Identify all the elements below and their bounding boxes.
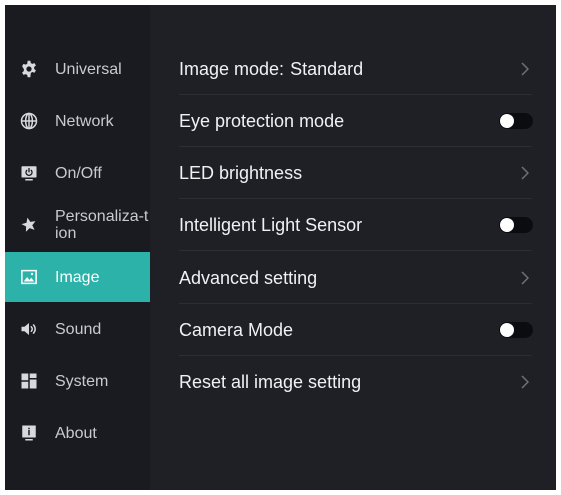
divider bbox=[179, 250, 532, 251]
sidebar-item-personalization[interactable]: Personaliza-tion bbox=[5, 200, 150, 250]
eye-protection-row[interactable]: Eye protection mode bbox=[179, 95, 533, 147]
sidebar-item-about[interactable]: About bbox=[5, 408, 150, 458]
speaker-icon bbox=[20, 320, 38, 338]
led-brightness-row[interactable]: LED brightness bbox=[179, 147, 532, 199]
chevron-right-icon bbox=[518, 62, 532, 76]
reset-image-setting-row[interactable]: Reset all image setting bbox=[179, 356, 532, 408]
camera-mode-row[interactable]: Camera Mode bbox=[179, 304, 533, 356]
advanced-setting-label: Advanced setting bbox=[179, 267, 318, 288]
reset-image-setting-label: Reset all image setting bbox=[179, 371, 362, 392]
image-mode-row[interactable]: Image mode: Standard bbox=[179, 43, 532, 95]
sidebar-item-label: System bbox=[55, 372, 109, 390]
info-icon bbox=[20, 424, 38, 442]
image-mode-value: Standard bbox=[290, 58, 364, 79]
chevron-right-icon bbox=[518, 166, 532, 180]
sidebar-item-on-off[interactable]: On/Off bbox=[5, 148, 150, 198]
image-icon bbox=[20, 268, 38, 286]
sidebar-item-label: Image bbox=[55, 268, 100, 286]
power-monitor-icon bbox=[20, 164, 38, 182]
sidebar-item-label: Universal bbox=[55, 60, 122, 78]
camera-mode-label: Camera Mode bbox=[179, 319, 294, 340]
sidebar-item-sound[interactable]: Sound bbox=[5, 304, 150, 354]
camera-mode-toggle[interactable] bbox=[499, 322, 533, 338]
sidebar-item-network[interactable]: Network bbox=[5, 96, 150, 146]
toggle-knob bbox=[500, 218, 514, 232]
light-sensor-toggle[interactable] bbox=[499, 217, 533, 233]
sidebar-item-label: About bbox=[55, 424, 97, 442]
image-settings-panel: Image mode: Standard Eye protection mode … bbox=[150, 5, 556, 490]
sidebar-item-label: Sound bbox=[55, 320, 102, 338]
sidebar-item-image[interactable]: Image bbox=[5, 252, 150, 302]
sidebar-item-label: Personaliza-tion bbox=[55, 208, 149, 242]
settings-screen: Universal Network On/Off Personaliza-tio… bbox=[5, 5, 556, 490]
sidebar-item-label: Network bbox=[55, 112, 114, 130]
led-brightness-label: LED brightness bbox=[179, 162, 303, 183]
globe-icon bbox=[20, 112, 38, 130]
toggle-knob bbox=[500, 114, 514, 128]
chevron-right-icon bbox=[518, 375, 532, 389]
toggle-knob bbox=[500, 323, 514, 337]
light-sensor-row[interactable]: Intelligent Light Sensor bbox=[179, 199, 533, 251]
advanced-setting-row[interactable]: Advanced setting bbox=[179, 252, 532, 304]
image-mode-label: Image mode: bbox=[179, 58, 285, 79]
sidebar-item-label: On/Off bbox=[55, 164, 102, 182]
light-sensor-label: Intelligent Light Sensor bbox=[179, 214, 363, 235]
eye-protection-toggle[interactable] bbox=[499, 113, 533, 129]
chevron-right-icon bbox=[518, 271, 532, 285]
gear-icon bbox=[20, 60, 38, 78]
sidebar-item-universal[interactable]: Universal bbox=[5, 44, 150, 94]
grid-icon bbox=[20, 372, 38, 390]
eye-protection-label: Eye protection mode bbox=[179, 110, 345, 131]
sidebar: Universal Network On/Off Personaliza-tio… bbox=[5, 5, 150, 490]
star-icon bbox=[20, 216, 38, 234]
sidebar-item-system[interactable]: System bbox=[5, 356, 150, 406]
